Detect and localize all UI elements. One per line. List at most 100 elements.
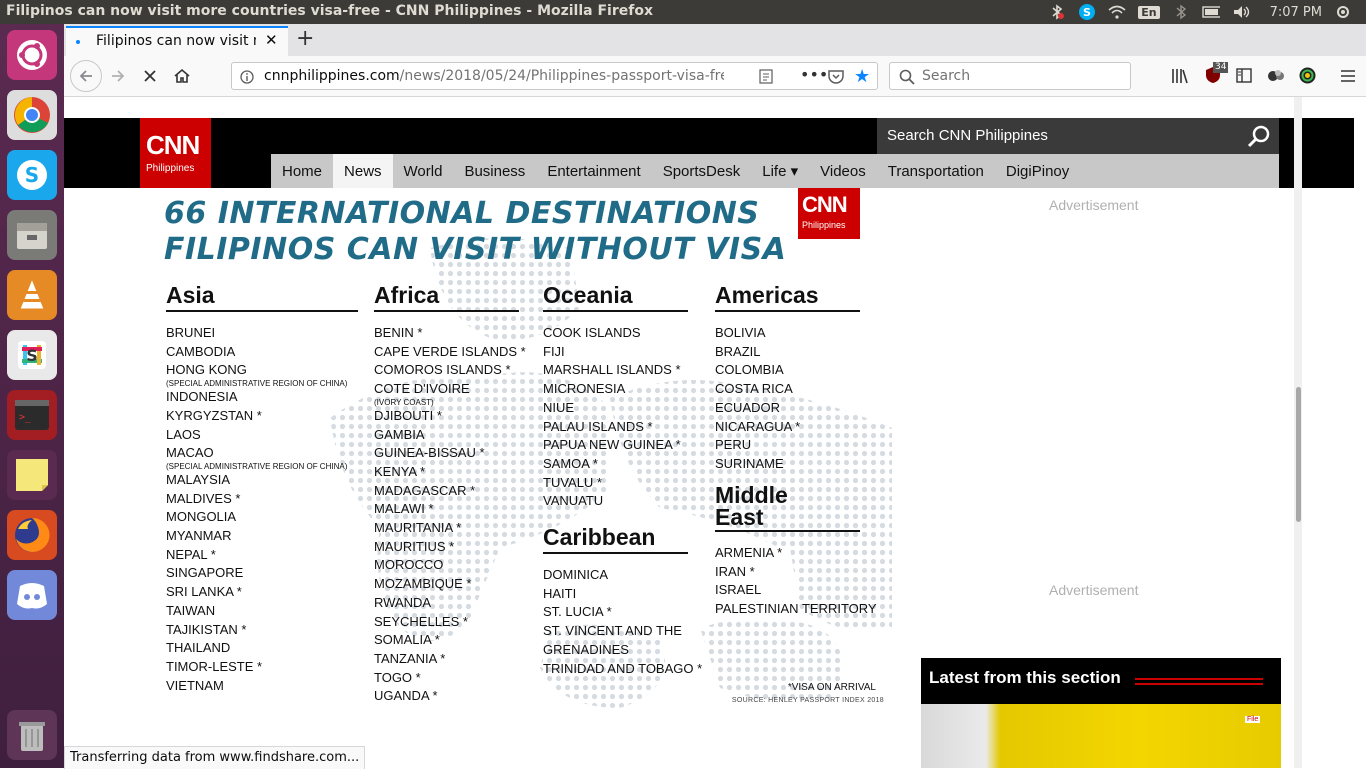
country-item: COOK ISLANDS xyxy=(543,324,688,343)
ubuntu-dash-icon[interactable] xyxy=(7,30,57,80)
firefox-icon[interactable] xyxy=(7,510,57,560)
region-title-africa: Africa xyxy=(374,282,519,312)
sidebar-icon[interactable] xyxy=(1236,68,1252,87)
country-name: SEYCHELLES * xyxy=(374,613,468,629)
country-name: SOMALIA * xyxy=(374,632,440,648)
nav-item[interactable]: DigiPinoy xyxy=(995,154,1080,188)
page-actions-icon[interactable]: ••• xyxy=(800,65,828,84)
country-name: MICRONESIA xyxy=(543,381,626,397)
nav-item[interactable]: SportsDesk xyxy=(652,154,752,188)
country-item: NICARAGUA * xyxy=(715,418,860,437)
country-name: KYRGYZSTAN * xyxy=(166,407,262,423)
country-list-oceania: COOK ISLANDS FIJI MARSHALL ISLANDS * MICRON… xyxy=(543,324,688,511)
country-list-middle-east: ARMENIA * IRAN * ISRAEL PALESTINIAN TERRITO… xyxy=(715,544,877,619)
latest-article-thumbnail[interactable]: File xyxy=(921,704,1281,768)
country-name: LAOS xyxy=(166,426,201,442)
country-item: SRI LANKA * xyxy=(166,583,358,602)
country-name: MAURITANIA * xyxy=(374,520,462,536)
menu-icon[interactable] xyxy=(1340,68,1356,87)
clock[interactable]: 7:07 PM xyxy=(1270,5,1322,20)
country-name: COTE D'IVOIRE xyxy=(374,381,470,397)
slack-icon[interactable]: S xyxy=(7,330,57,380)
site-search-icon[interactable] xyxy=(1247,124,1271,152)
search-bar[interactable]: Search xyxy=(889,62,1131,90)
country-name: ARMENIA * xyxy=(715,545,783,560)
power-gear-icon[interactable] xyxy=(1334,3,1352,21)
advertisement-label: Advertisement xyxy=(1049,197,1139,213)
tab-close-icon[interactable]: ✕ xyxy=(265,31,278,49)
country-item: MARSHALL ISLANDS * xyxy=(543,361,688,380)
pocket-icon[interactable] xyxy=(828,69,844,88)
country-name: MADAGASCAR * xyxy=(374,482,476,498)
bluetooth-icon[interactable] xyxy=(1172,3,1190,21)
keyboard-layout-indicator[interactable]: En xyxy=(1138,5,1160,19)
window-title: Filipinos can now visit more countries v… xyxy=(6,3,653,19)
country-name: NIUE xyxy=(543,399,575,415)
extension-icon[interactable] xyxy=(1267,68,1285,87)
skype-icon[interactable]: S xyxy=(1078,3,1096,21)
nav-item[interactable]: Life ▾ xyxy=(751,154,809,188)
sticky-notes-icon[interactable] xyxy=(7,450,57,500)
forward-button[interactable] xyxy=(104,62,132,90)
library-icon[interactable] xyxy=(1171,68,1189,88)
stop-button[interactable] xyxy=(136,62,164,90)
country-item: MOZAMBIQUE * xyxy=(374,575,519,594)
country-name: PERU xyxy=(715,437,752,453)
url-bar[interactable]: cnnphilippines.com/news/2018/05/24/Phili… xyxy=(231,62,878,90)
country-item: ST. VINCENT AND THE xyxy=(543,622,688,641)
country-item: MALAWI * xyxy=(374,500,519,519)
wifi-icon[interactable] xyxy=(1108,3,1126,21)
country-item: MICRONESIA xyxy=(543,380,688,399)
site-info-icon[interactable] xyxy=(240,69,254,88)
region-title-middle-east-line2: East xyxy=(715,504,764,530)
country-name: CAPE VERDE ISLANDS * xyxy=(374,343,526,359)
nav-item[interactable]: Business xyxy=(453,154,536,188)
region-middle-east: Middle East ARMENIA * IRAN * ISRAEL PALESTI… xyxy=(715,484,877,619)
country-name: RWANDA xyxy=(374,594,432,610)
home-button[interactable] xyxy=(168,62,196,90)
region-title-americas: Americas xyxy=(715,282,860,312)
country-list-africa: BENIN * CAPE VERDE ISLANDS * COMOROS ISLAN… xyxy=(374,324,526,706)
discord-icon[interactable] xyxy=(7,570,57,620)
vlc-icon[interactable] xyxy=(7,270,57,320)
skype-launcher-icon[interactable]: S xyxy=(7,150,57,200)
nav-item[interactable]: News xyxy=(333,154,393,188)
bookmark-star-icon[interactable]: ★ xyxy=(854,66,870,87)
country-name: TOGO * xyxy=(374,669,421,685)
battery-icon[interactable] xyxy=(1201,3,1220,21)
country-name: BOLIVIA xyxy=(715,325,766,340)
terminal-icon[interactable]: >_ xyxy=(7,390,57,440)
page-scrollbar[interactable] xyxy=(1294,97,1302,768)
country-item: SURINAME xyxy=(715,455,860,474)
reader-view-icon[interactable] xyxy=(759,69,773,88)
cnn-logo[interactable]: CNN Philippines xyxy=(140,118,211,188)
nav-item[interactable]: Entertainment xyxy=(536,154,651,188)
country-list-asia: BRUNEI CAMBODIA HONG KONG (SPECIAL ADMINIST… xyxy=(166,324,358,695)
country-item: COTE D'IVOIRE (IVORY COAST) xyxy=(374,380,519,407)
nav-item[interactable]: Home xyxy=(271,154,333,188)
scrollbar-thumb[interactable] xyxy=(1296,387,1301,522)
country-list-caribbean: DOMINICA HAITI ST. LUCIA * ST. VINCENT AND … xyxy=(543,566,702,678)
country-item: COLOMBIA xyxy=(715,361,860,380)
tab-active[interactable]: Filipinos can now visit m ✕ xyxy=(66,26,288,56)
nav-item[interactable]: Transportation xyxy=(877,154,995,188)
site-search[interactable]: Search CNN Philippines xyxy=(877,118,1279,154)
site-header: CNN Philippines Search CNN Philippines H… xyxy=(64,118,1354,188)
country-name: GAMBIA xyxy=(374,426,425,442)
nav-item[interactable]: World xyxy=(393,154,454,188)
new-tab-button[interactable]: + xyxy=(296,27,314,51)
files-icon[interactable] xyxy=(7,210,57,260)
url-host: cnnphilippines.com xyxy=(264,68,400,84)
color-extension-icon[interactable] xyxy=(1299,67,1316,88)
bluetooth-icon[interactable] xyxy=(1048,3,1066,21)
country-item: TIMOR-LESTE * xyxy=(166,658,358,677)
country-name: ISRAEL xyxy=(715,582,762,598)
chrome-icon[interactable] xyxy=(7,90,57,140)
country-name: VANUATU xyxy=(543,493,604,509)
trash-icon[interactable] xyxy=(7,710,57,760)
country-name: GRENADINES xyxy=(543,641,629,657)
nav-item[interactable]: Videos xyxy=(809,154,877,188)
back-button[interactable] xyxy=(70,60,102,92)
country-name: TAIWAN xyxy=(166,602,216,618)
volume-icon[interactable] xyxy=(1232,3,1250,21)
